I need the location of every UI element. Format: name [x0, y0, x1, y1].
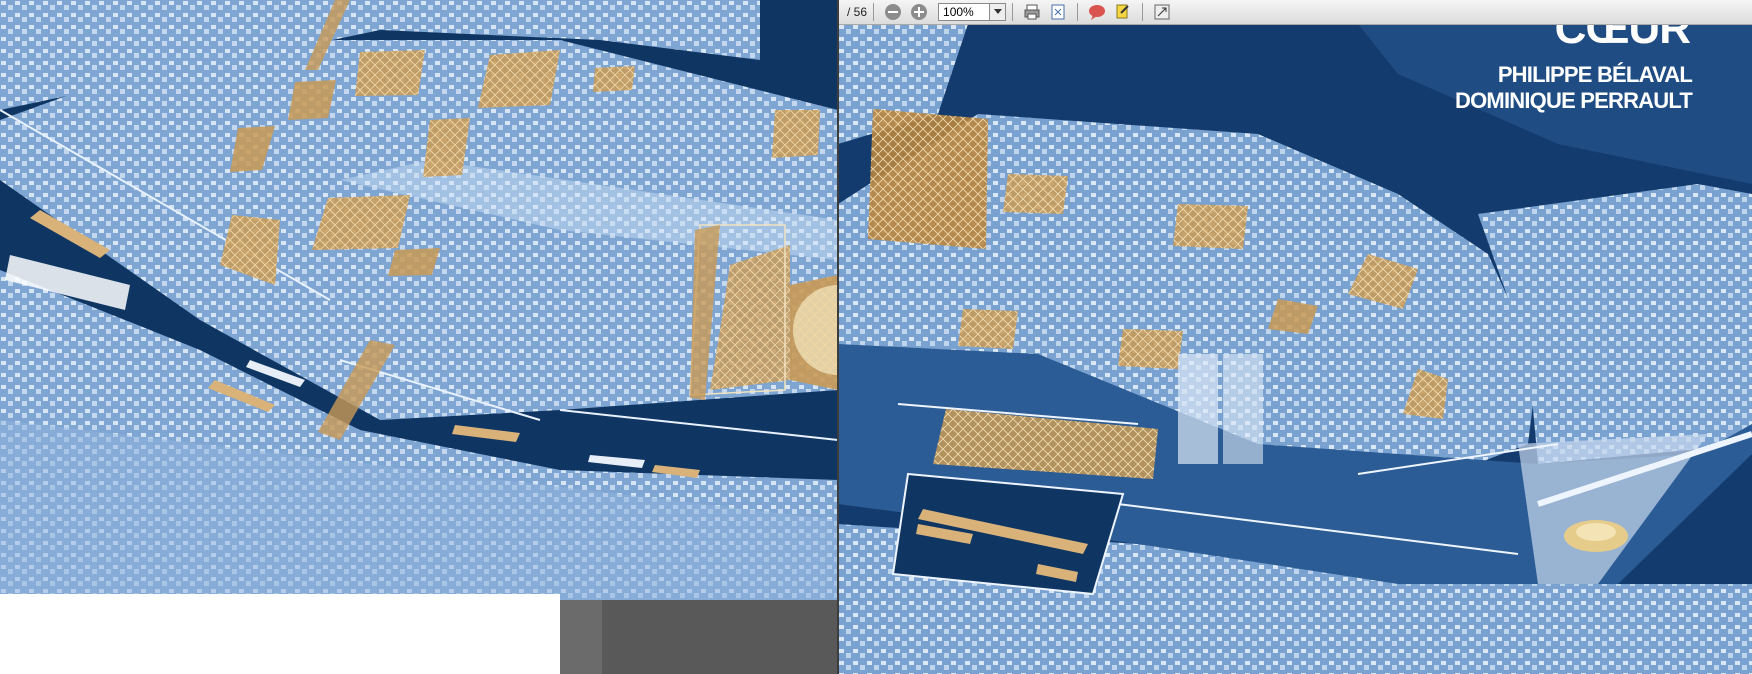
zoom-in-button[interactable] — [908, 2, 930, 22]
aerial-illustration-right — [838, 24, 1752, 674]
author-name: PHILIPPE BÉLAVAL — [1497, 62, 1693, 87]
blank-page-area — [0, 600, 560, 674]
expand-button[interactable] — [1151, 2, 1173, 22]
highlight-icon — [1116, 4, 1129, 19]
page-count-label: / 56 — [847, 5, 868, 19]
print-button[interactable] — [1021, 2, 1043, 22]
page-divider — [837, 0, 839, 674]
highlight-button[interactable] — [1112, 2, 1134, 22]
zoom-out-button[interactable] — [882, 2, 904, 22]
toolbar-separator — [1077, 3, 1079, 21]
zoom-in-icon — [911, 4, 928, 20]
cover-authors: PHILIPPE BÉLAVAL DOMINIQUE PERRAULT — [1455, 62, 1693, 114]
viewer-background-panel — [560, 600, 602, 674]
toolbar-separator — [1142, 3, 1144, 21]
chevron-down-icon — [993, 9, 1002, 14]
zoom-dropdown-button[interactable] — [990, 3, 1007, 21]
aerial-photo-right: CŒUR PHILIPPE BÉLAVAL DOMINIQUE PERRAULT — [838, 24, 1752, 674]
fit-page-icon — [1051, 4, 1065, 20]
toolbar-separator — [1012, 3, 1014, 21]
comment-icon — [1089, 5, 1106, 20]
toolbar-separator — [873, 3, 875, 21]
author-name: DOMINIQUE PERRAULT — [1455, 88, 1693, 113]
expand-icon — [1154, 4, 1170, 20]
comment-button[interactable] — [1086, 2, 1108, 22]
pdf-toolbar: / 56 100% — [839, 0, 1752, 25]
zoom-level-field[interactable]: 100% — [938, 3, 991, 21]
aerial-photo-left — [0, 0, 838, 600]
cover-title-fragment: CŒUR — [1554, 24, 1691, 53]
zoom-out-icon — [885, 4, 902, 20]
print-icon — [1024, 4, 1040, 20]
zoom-level-value: 100% — [943, 5, 974, 19]
fit-page-button[interactable] — [1047, 2, 1069, 22]
viewer-background-panel-dark — [602, 600, 838, 674]
aerial-illustration-left — [0, 0, 838, 600]
